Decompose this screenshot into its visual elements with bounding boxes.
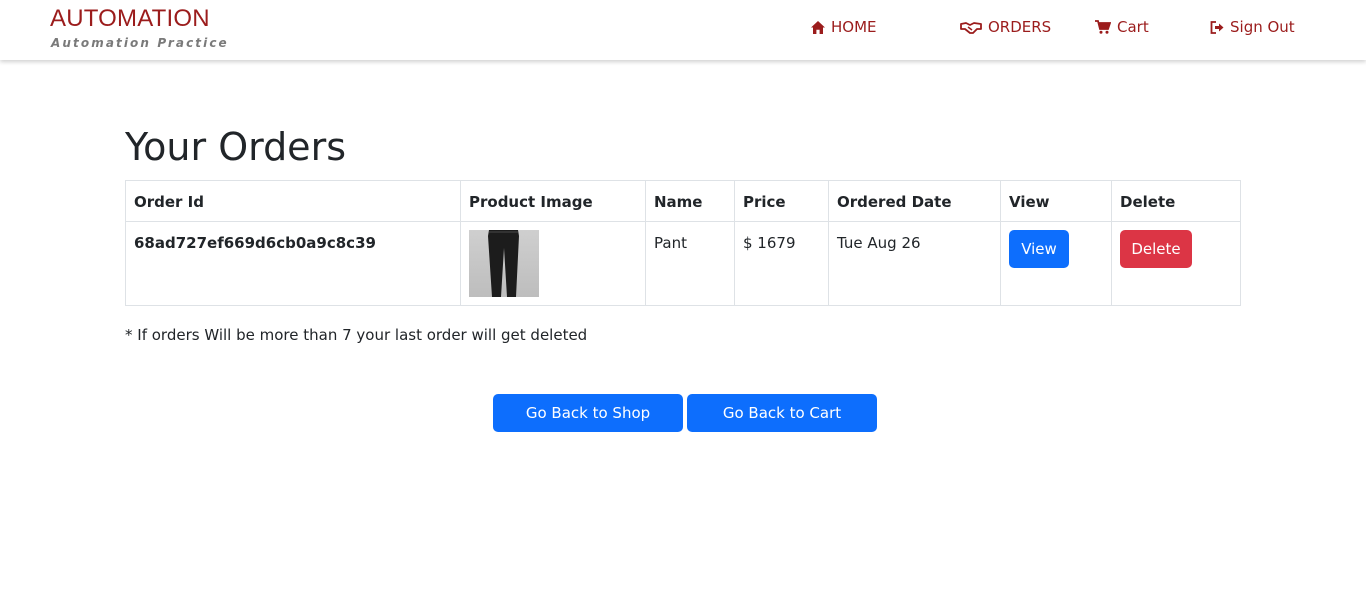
handshake-icon (960, 21, 982, 34)
header-ordered-date: Ordered Date (828, 180, 1001, 222)
header-order-id: Order Id (125, 180, 461, 222)
page-title: Your Orders (125, 125, 346, 169)
header-price: Price (734, 180, 829, 222)
top-navbar: AUTOMATION Automation Practice HOME ORDE… (0, 0, 1366, 60)
nav-home-label: HOME (831, 18, 877, 36)
nav-orders-label: ORDERS (988, 18, 1052, 36)
nav-cart-label: Cart (1117, 18, 1149, 36)
table-header-row: Order Id Product Image Name Price Ordere… (125, 180, 1241, 222)
order-id-cell: 68ad727ef669d6cb0a9c8c39 (125, 221, 461, 306)
sign-out-icon (1210, 20, 1224, 34)
brand-subtitle: Automation Practice (51, 36, 229, 50)
table-row: 68ad727ef669d6cb0a9c8c39 Pant $ 1679 Tue… (125, 221, 1241, 306)
nav-orders-link[interactable]: ORDERS (960, 18, 1051, 36)
go-back-to-shop-button[interactable]: Go Back to Shop (493, 394, 683, 432)
home-icon (811, 20, 825, 34)
order-limit-note: * If orders Will be more than 7 your las… (125, 326, 588, 344)
nav-signout-link[interactable]: Sign Out (1210, 18, 1295, 36)
delete-cell: Delete (1111, 221, 1241, 306)
brand-title[interactable]: AUTOMATION (50, 5, 210, 33)
view-button[interactable]: View (1009, 230, 1069, 268)
orders-table: Order Id Product Image Name Price Ordere… (125, 180, 1241, 306)
go-back-to-cart-button[interactable]: Go Back to Cart (687, 394, 877, 432)
header-view: View (1000, 180, 1112, 222)
nav-home-link[interactable]: HOME (811, 18, 877, 36)
ordered-date-cell: Tue Aug 26 (828, 221, 1001, 306)
header-product-image: Product Image (460, 180, 646, 222)
cart-icon (1095, 20, 1111, 34)
price-cell: $ 1679 (734, 221, 829, 306)
nav-signout-label: Sign Out (1230, 18, 1295, 36)
product-name-cell: Pant (645, 221, 735, 306)
product-image (469, 230, 539, 297)
header-delete: Delete (1111, 180, 1241, 222)
header-name: Name (645, 180, 735, 222)
nav-cart-link[interactable]: Cart (1095, 18, 1149, 36)
delete-button[interactable]: Delete (1120, 230, 1192, 268)
view-cell: View (1000, 221, 1112, 306)
product-image-cell (460, 221, 646, 306)
